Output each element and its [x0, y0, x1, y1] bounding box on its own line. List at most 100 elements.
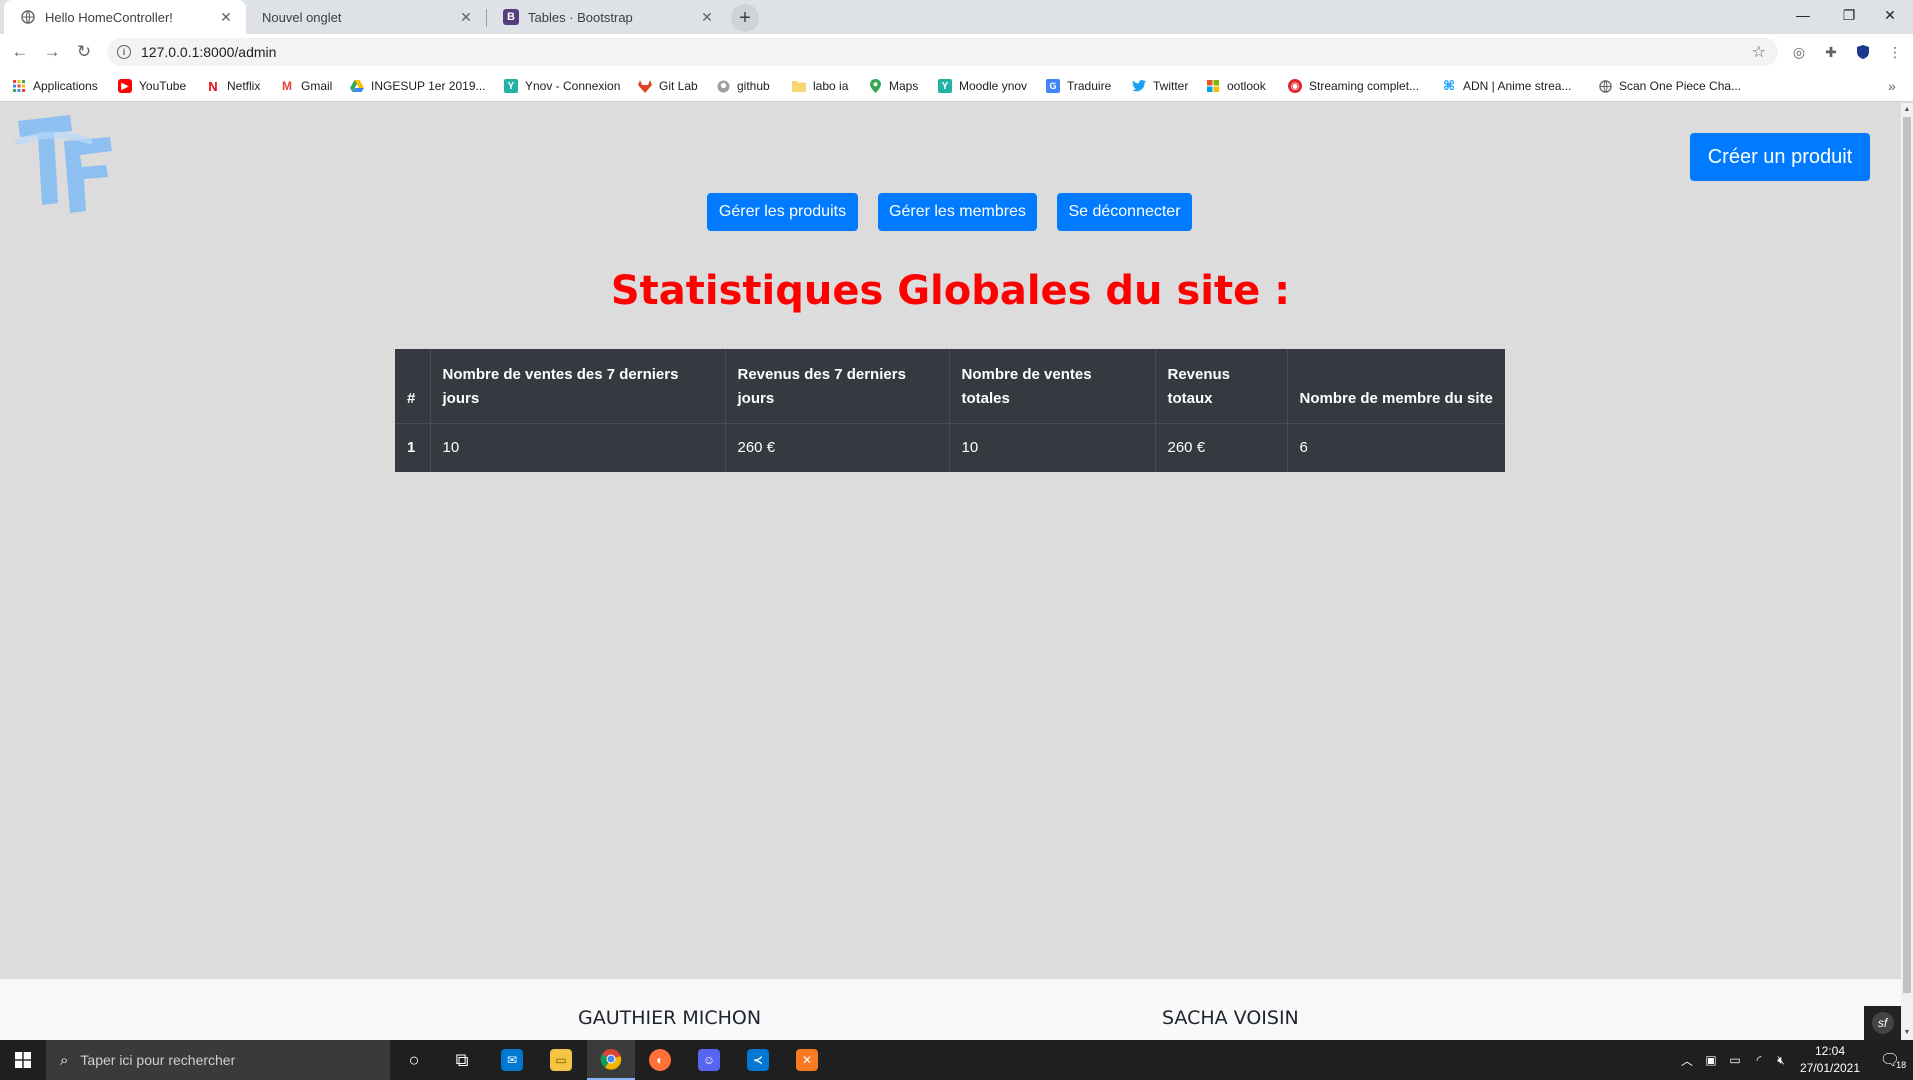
bookmark-label: Moodle ynov [959, 79, 1028, 93]
back-button[interactable]: ← [6, 38, 34, 66]
mail-icon: ✉ [501, 1049, 523, 1071]
page-scrollbar[interactable]: ▲ ▼ [1901, 103, 1913, 1040]
tray-expand-icon[interactable]: ︿ [1678, 1040, 1696, 1080]
clock-date: 27/01/2021 [1799, 1061, 1861, 1075]
kebab-menu-icon[interactable]: ⋮ [1885, 42, 1905, 62]
manage-products-button[interactable]: Gérer les produits [707, 193, 858, 231]
bookmark-label: Twitter [1153, 79, 1189, 93]
task-view-button[interactable]: ⧉ [438, 1040, 486, 1080]
bookmark-label: Maps [889, 79, 919, 93]
bookmark-applications[interactable]: Applications [12, 77, 98, 95]
table-row: 1 10 260 € 10 260 € 6 [395, 422, 1505, 472]
bookmark-youtube[interactable]: ▶ YouTube [118, 77, 186, 95]
network-status-icon[interactable]: ▣ [1700, 1040, 1722, 1080]
tab-title: Tables · Bootstrap [528, 9, 633, 25]
bookmark-twitter[interactable]: Twitter [1132, 77, 1188, 95]
page-footer: GAUTHIER MICHON SACHA VOISIN [0, 979, 1901, 1040]
bookmark-adn-anime[interactable]: ⌘ ADN | Anime strea... [1442, 77, 1572, 95]
column-header: Revenus des 7 derniers jours [725, 349, 950, 423]
bookmark-labo-ia[interactable]: labo ia [792, 77, 848, 95]
vscode-app-button[interactable]: ≺ [734, 1040, 782, 1080]
close-icon[interactable]: ✕ [458, 9, 474, 26]
tab-hello-homecontroller[interactable]: Hello HomeController! ✕ [4, 0, 246, 34]
plus-icon: + [739, 6, 751, 29]
logout-button[interactable]: Se déconnecter [1057, 193, 1192, 231]
table-cell: 1 [395, 422, 431, 472]
microsoft-icon [1206, 79, 1220, 93]
create-product-button[interactable]: Créer un produit [1690, 133, 1870, 181]
page-content: Créer un produit Gérer les produits Gére… [0, 103, 1901, 1040]
bookmarks-overflow-icon[interactable]: » [1888, 77, 1896, 95]
symfony-toolbar-toggle[interactable]: sf [1864, 1006, 1901, 1040]
scroll-down-icon[interactable]: ▼ [1901, 1026, 1913, 1040]
scrollbar-thumb[interactable] [1903, 117, 1911, 993]
browser-toolbar: ← → ↻ i 127.0.0.1:8000/admin ☆ ◎ ✚ ⋮ [0, 34, 1913, 70]
tab-title: Nouvel onglet [262, 9, 342, 25]
notification-center-button[interactable]: 🗨︎ 18 [1876, 1040, 1910, 1080]
search-icon: ⌕ [60, 1051, 69, 1069]
bookmark-netflix[interactable]: N Netflix [206, 77, 260, 95]
column-header: # [395, 349, 431, 423]
close-window-button[interactable]: ✕ [1867, 0, 1913, 30]
bookmark-ingesup[interactable]: INGESUP 1er 2019... [350, 77, 486, 95]
bookmark-ynov-connexion[interactable]: Y Ynov - Connexion [504, 77, 620, 95]
site-logo[interactable] [12, 111, 112, 223]
close-icon: ✕ [1884, 6, 1896, 23]
arrow-right-icon: → [43, 42, 61, 61]
wifi-icon[interactable]: ◜ [1748, 1040, 1770, 1080]
tab-nouvel-onglet[interactable]: Nouvel onglet ✕ [246, 0, 486, 34]
windows-icon [15, 1052, 31, 1068]
minimize-button[interactable]: — [1780, 0, 1826, 30]
shield-icon[interactable] [1853, 42, 1873, 62]
restore-icon: ❐ [1842, 6, 1856, 23]
scroll-up-icon[interactable]: ▲ [1901, 103, 1913, 117]
discord-app-button[interactable]: ☺ [685, 1040, 733, 1080]
task-view-icon: ⧉ [455, 1049, 469, 1070]
footer-author: SACHA VOISIN [1162, 1007, 1299, 1029]
table-header-row: # Nombre de ventes des 7 derniers jours … [395, 349, 1505, 423]
bookmark-maps[interactable]: Maps [868, 77, 918, 95]
address-bar[interactable]: i 127.0.0.1:8000/admin ☆ [107, 38, 1778, 66]
new-tab-button[interactable]: + [731, 4, 759, 32]
start-button[interactable] [0, 1040, 46, 1080]
info-icon[interactable]: i [117, 45, 131, 59]
bookmark-gmail[interactable]: M Gmail [280, 77, 332, 95]
reload-button[interactable]: ↻ [70, 38, 98, 66]
bookmark-github[interactable]: github [716, 77, 770, 95]
bookmark-ootlook[interactable]: ootlook [1206, 77, 1266, 95]
folder-icon [792, 79, 806, 93]
bookmark-traduire[interactable]: G Traduire [1046, 77, 1111, 95]
bookmark-label: Streaming complet... [1309, 79, 1420, 93]
manage-members-button[interactable]: Gérer les membres [878, 193, 1037, 231]
bookmark-scan-one-piece[interactable]: Scan One Piece Cha... [1598, 77, 1741, 95]
apps-grid-icon [12, 79, 26, 93]
netflix-icon: N [208, 78, 218, 94]
taskbar-clock[interactable]: 12:04 27/01/2021 [1788, 1043, 1872, 1077]
cortana-button[interactable]: ○ [390, 1040, 438, 1080]
globe-icon [20, 9, 36, 25]
puzzle-icon[interactable]: ✚ [1821, 42, 1841, 62]
chrome-app-button[interactable] [587, 1040, 635, 1080]
bookmark-gitlab[interactable]: Git Lab [638, 77, 698, 95]
bookmark-moodle-ynov[interactable]: Y Moodle ynov [938, 77, 1027, 95]
xampp-app-button[interactable]: ✕ [783, 1040, 831, 1080]
file-explorer-button[interactable]: ▭ [537, 1040, 585, 1080]
arrow-left-icon: ← [11, 42, 29, 61]
extension-icon[interactable]: ◎ [1789, 42, 1809, 62]
close-icon[interactable]: ✕ [218, 9, 234, 26]
globe-icon [1598, 79, 1612, 93]
bookmark-streaming-complet[interactable]: ◉ Streaming complet... [1288, 77, 1419, 95]
star-icon[interactable]: ☆ [1752, 42, 1766, 62]
forward-button[interactable]: → [38, 38, 66, 66]
taskbar-search[interactable]: ⌕ Taper ici pour rechercher [46, 1040, 390, 1080]
github-icon [716, 79, 730, 93]
restore-button[interactable]: ❐ [1826, 0, 1872, 30]
close-icon[interactable]: ✕ [699, 9, 715, 26]
tab-tables-bootstrap[interactable]: B Tables · Bootstrap ✕ [487, 0, 727, 34]
firefox-app-button[interactable]: ◐ [636, 1040, 684, 1080]
bookmark-label: ADN | Anime strea... [1463, 79, 1572, 93]
battery-icon[interactable]: ▭ [1724, 1040, 1746, 1080]
streaming-icon: ◉ [1288, 79, 1302, 93]
mail-app-button[interactable]: ✉ [488, 1040, 536, 1080]
bookmark-label: Ynov - Connexion [525, 79, 621, 93]
